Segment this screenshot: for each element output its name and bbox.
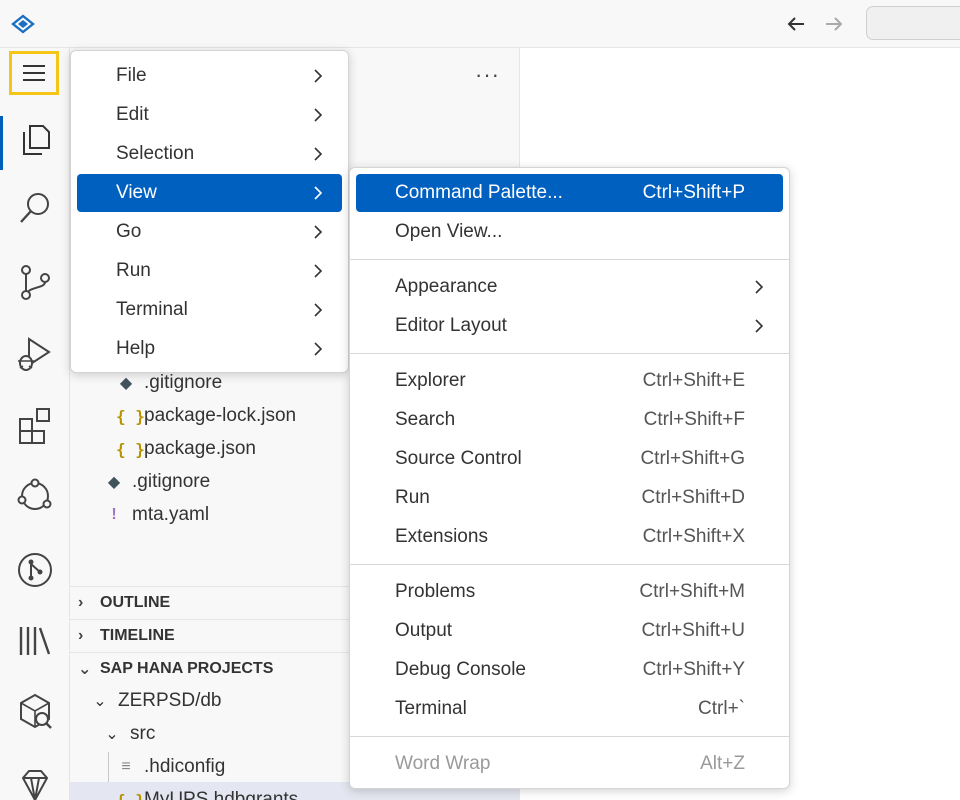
tree-item-package-lock[interactable]: { } package-lock.json xyxy=(116,401,296,431)
menu-item-output[interactable]: Output Ctrl+Shift+U xyxy=(356,612,783,650)
view-submenu: Command Palette... Ctrl+Shift+P Open Vie… xyxy=(349,167,790,789)
search-icon xyxy=(20,193,49,223)
command-center-input[interactable] xyxy=(866,6,960,40)
activity-bar xyxy=(0,48,70,800)
menu-item-explorer[interactable]: Explorer Ctrl+Shift+E xyxy=(356,362,783,400)
chevron-right-icon xyxy=(314,225,323,239)
menu-item-debug-console[interactable]: Debug Console Ctrl+Shift+Y xyxy=(356,651,783,689)
tree-item-label: src xyxy=(130,723,156,744)
menu-item-editor-layout[interactable]: Editor Layout xyxy=(356,307,783,345)
chevron-right-icon xyxy=(314,303,323,317)
library-icon xyxy=(19,627,51,655)
menu-icon xyxy=(23,65,45,81)
git-icon: ◆ xyxy=(107,474,121,491)
chevron-right-icon xyxy=(755,319,764,333)
menu-item-go[interactable]: Go xyxy=(77,213,342,251)
menu-item-appearance[interactable]: Appearance xyxy=(356,268,783,306)
config-file-icon: ≡ xyxy=(121,758,131,775)
menu-item-help[interactable]: Help xyxy=(77,330,342,368)
chevron-right-icon xyxy=(314,108,323,122)
tree-item-gitignore-root[interactable]: ◆ .gitignore xyxy=(104,467,210,497)
tree-item-label: .gitignore xyxy=(132,471,211,492)
chevron-right-icon xyxy=(314,342,323,356)
title-bar xyxy=(0,0,960,48)
arrow-left-icon[interactable] xyxy=(782,10,810,38)
menu-item-run[interactable]: Run Ctrl+Shift+D xyxy=(356,479,783,517)
menu-item-file[interactable]: File xyxy=(77,57,342,95)
json-icon: { } xyxy=(116,790,145,800)
menu-separator xyxy=(350,564,789,565)
tree-item-hdiconfig[interactable]: ≡ .hdiconfig xyxy=(116,752,225,782)
json-icon: { } xyxy=(116,406,145,426)
activity-run-debug[interactable] xyxy=(0,323,70,383)
git-icon: ◆ xyxy=(119,375,133,392)
database-explorer-icon xyxy=(20,693,52,729)
application-menu-button[interactable] xyxy=(9,51,59,95)
yaml-icon: ! xyxy=(111,506,117,523)
chevron-right-icon xyxy=(314,264,323,278)
files-icon xyxy=(23,125,50,155)
chevron-right-icon: › xyxy=(78,627,84,644)
menu-item-open-view[interactable]: Open View... xyxy=(356,213,783,251)
menu-separator xyxy=(350,736,789,737)
section-label: TIMELINE xyxy=(100,627,175,644)
activity-search[interactable] xyxy=(0,178,70,238)
activity-extensions[interactable] xyxy=(0,395,70,455)
activity-explorer[interactable] xyxy=(0,108,70,168)
menu-item-problems[interactable]: Problems Ctrl+Shift+M xyxy=(356,573,783,611)
activity-library[interactable] xyxy=(0,611,70,671)
menu-item-terminal[interactable]: Terminal xyxy=(77,291,342,329)
gem-icon xyxy=(21,770,49,800)
tree-item-package-json[interactable]: { } package.json xyxy=(116,434,256,464)
section-label: SAP HANA PROJECTS xyxy=(100,660,274,677)
tree-item-label: mta.yaml xyxy=(132,504,210,525)
tree-item-label: .gitignore xyxy=(144,372,223,393)
tree-item-src[interactable]: ⌄ src xyxy=(102,719,155,749)
extensions-icon xyxy=(19,408,50,444)
tree-item-label: package.json xyxy=(144,438,256,459)
menu-item-command-palette[interactable]: Command Palette... Ctrl+Shift+P xyxy=(356,174,783,212)
source-control-icon xyxy=(21,265,50,300)
activity-source-control[interactable] xyxy=(0,252,70,312)
activity-git-graph[interactable] xyxy=(0,540,70,600)
menu-item-terminal[interactable]: Terminal Ctrl+` xyxy=(356,690,783,728)
chevron-right-icon xyxy=(314,69,323,83)
section-label: OUTLINE xyxy=(100,594,171,611)
menu-item-view[interactable]: View xyxy=(77,174,342,212)
json-icon: { } xyxy=(116,439,145,459)
tree-item-label: ZERPSD/db xyxy=(118,690,222,711)
tree-item-myups-hdbgrants[interactable]: { } MyUPS.hdbgrants xyxy=(116,785,298,800)
menu-item-source-control[interactable]: Source Control Ctrl+Shift+G xyxy=(356,440,783,478)
sap-bas-logo-icon[interactable] xyxy=(9,10,37,38)
menu-separator xyxy=(350,259,789,260)
activity-database-explorer[interactable] xyxy=(0,682,70,742)
tree-item-zerpsd-db[interactable]: ⌄ ZERPSD/db xyxy=(90,686,221,716)
menu-separator xyxy=(350,353,789,354)
menu-item-search[interactable]: Search Ctrl+Shift+F xyxy=(356,401,783,439)
git-graph-icon xyxy=(18,553,52,587)
menu-item-selection[interactable]: Selection xyxy=(77,135,342,173)
chevron-right-icon xyxy=(755,280,764,294)
chevron-right-icon xyxy=(314,186,323,200)
chevron-down-icon: ⌄ xyxy=(78,661,92,678)
tree-item-label: .hdiconfig xyxy=(144,756,226,777)
menu-item-edit[interactable]: Edit xyxy=(77,96,342,134)
menu-item-run[interactable]: Run xyxy=(77,252,342,290)
activity-gem[interactable] xyxy=(0,756,70,800)
tree-item-mta-yaml[interactable]: ! mta.yaml xyxy=(104,500,209,530)
arrow-right-icon[interactable] xyxy=(820,10,848,38)
menu-item-extensions[interactable]: Extensions Ctrl+Shift+X xyxy=(356,518,783,556)
cloud-icon xyxy=(17,478,52,510)
menu-item-word-wrap[interactable]: Word Wrap Alt+Z xyxy=(356,745,783,783)
chevron-down-icon: ⌄ xyxy=(105,726,119,743)
activity-cloud[interactable] xyxy=(0,466,70,526)
tree-item-label: package-lock.json xyxy=(144,405,297,426)
tree-item-label: MyUPS.hdbgrants xyxy=(144,789,299,800)
chevron-right-icon: › xyxy=(78,594,84,611)
application-menu: File Edit Selection View Go Run Terminal… xyxy=(70,50,349,373)
more-actions-icon[interactable]: ··· xyxy=(475,62,500,88)
chevron-down-icon: ⌄ xyxy=(93,693,107,710)
chevron-right-icon xyxy=(314,147,323,161)
run-debug-icon xyxy=(18,337,51,371)
